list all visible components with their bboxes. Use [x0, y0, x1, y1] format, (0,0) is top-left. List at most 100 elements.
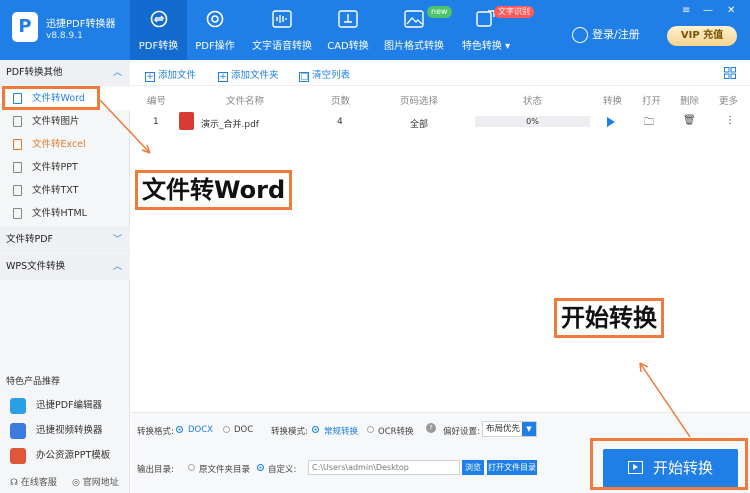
nav-text-speech[interactable]: 文字语音转换 [250, 0, 314, 60]
grid-view-icon[interactable] [724, 67, 736, 79]
radio-ocr-mode[interactable] [367, 426, 374, 433]
file-icon [13, 139, 22, 150]
browse-button[interactable]: 浏览 [462, 460, 484, 475]
login-button[interactable]: 登录/注册 [572, 26, 640, 43]
output-label: 输出目录: [137, 465, 174, 475]
plus-icon: + [218, 72, 228, 82]
sidebar-item-txt[interactable]: 文件转TXT [0, 179, 130, 202]
clear-icon: ▢ [299, 72, 309, 82]
sidebar-item-excel[interactable]: 文件转Excel [0, 133, 130, 156]
col-status: 状态 [523, 96, 543, 107]
more-icon[interactable]: ⋮ [725, 115, 735, 126]
close-button[interactable]: ✕ [727, 5, 735, 16]
recommend-video-converter[interactable]: 迅捷视频转换器 [10, 422, 103, 440]
nav-label: CAD转换 [327, 41, 369, 52]
feature-icon [476, 10, 495, 27]
cad-icon [338, 10, 358, 28]
recommend-label: 迅捷视频转换器 [36, 425, 103, 436]
col-filename: 文件名称 [226, 96, 265, 107]
folder-open-icon[interactable]: 🗀 [644, 115, 654, 132]
app-header: P 迅捷PDF转换器 v8.8.9.1 PDF转换 PDF操作 文字语音转换 C… [0, 0, 750, 60]
row-progress-bar: 0% [475, 116, 590, 127]
sidebar-group-to-pdf[interactable]: 文件转PDF ﹀ [0, 227, 130, 253]
app-version: v8.8.9.1 [46, 31, 83, 41]
image-file-icon [13, 116, 22, 127]
clear-label: 清空列表 [312, 70, 351, 81]
sidebar-item-ppt[interactable]: 文件转PPT [0, 156, 130, 179]
help-icon[interactable]: ? [426, 423, 436, 433]
chevron-down-icon: ▾ [505, 41, 511, 52]
add-file-button[interactable]: + 添加文件 [145, 67, 196, 82]
sidebar-group-pdf-other[interactable]: PDF转换其他 ︿ [0, 60, 130, 86]
pref-label: 偏好设置: [443, 427, 480, 437]
add-folder-button[interactable]: + 添加文件夹 [218, 67, 279, 82]
add-folder-label: 添加文件夹 [231, 70, 279, 81]
pdf-file-icon [179, 112, 194, 130]
col-pages: 页数 [331, 96, 351, 107]
sidebar-item-html[interactable]: 文件转HTML [0, 202, 130, 225]
radio-docx[interactable] [176, 426, 183, 433]
nav-label: 图片格式转换 [384, 41, 444, 52]
nav-pdf-operate[interactable]: PDF操作 [190, 0, 240, 60]
menu-icon[interactable]: ≡ [682, 5, 690, 16]
col-index: 编号 [147, 96, 167, 107]
ppt-template-icon [10, 448, 26, 464]
radio-normal-mode[interactable] [312, 426, 319, 433]
app-name: 迅捷PDF转换器 [46, 19, 116, 30]
group-label: PDF转换其他 [6, 67, 63, 78]
audio-wave-icon [272, 10, 292, 28]
add-file-label: 添加文件 [158, 70, 197, 81]
col-convert: 转换 [603, 96, 623, 107]
convert-icon [150, 10, 167, 28]
website-link[interactable]: ◎ 官网地址 [72, 475, 119, 488]
chevron-down-icon: ﹀ [112, 235, 122, 245]
service-label: 在线客服 [20, 478, 57, 488]
recommend-label: 迅捷PDF编辑器 [36, 400, 103, 411]
recommend-pdf-editor[interactable]: 迅捷PDF编辑器 [10, 397, 102, 415]
mode-ocr-label: OCR转换 [378, 427, 414, 437]
radio-doc[interactable] [223, 426, 230, 433]
ocr-badge: 文字识别 [494, 6, 534, 18]
play-icon[interactable] [607, 117, 615, 127]
col-page-range: 页码选择 [400, 96, 439, 107]
annotation-box-start [590, 438, 748, 490]
file-icon [13, 208, 22, 219]
minimize-button[interactable]: — [703, 5, 713, 16]
preference-select[interactable]: 布局优先 ▼ [482, 421, 537, 437]
open-folder-button[interactable]: 打开文件目录 [487, 460, 537, 475]
website-label: 官网地址 [82, 478, 119, 488]
radio-custom-folder[interactable] [257, 464, 264, 471]
online-service-link[interactable]: ☊ 在线客服 [10, 475, 57, 488]
new-badge: new [427, 6, 452, 18]
row-page-range[interactable]: 全部 [410, 117, 428, 130]
image-icon [404, 10, 424, 28]
format-label: 转换格式: [137, 427, 174, 437]
nav-label: PDF操作 [195, 41, 235, 52]
preference-value: 布局优先 [486, 424, 521, 434]
mode-label: 转换模式: [271, 427, 308, 437]
radio-source-folder[interactable] [188, 464, 195, 471]
annotation-label-word: 文件转Word [135, 170, 293, 210]
sidebar-item-label: 文件转PPT [32, 162, 78, 173]
output-path-input[interactable]: C:\Users\admin\Desktop [308, 460, 460, 475]
annotation-box-word [2, 86, 100, 110]
sidebar-item-image[interactable]: 文件转图片 [0, 110, 130, 133]
sidebar-group-wps[interactable]: WPS文件转换 ︿ [0, 254, 130, 280]
col-delete: 删除 [680, 96, 700, 107]
pdf-editor-icon [10, 398, 26, 414]
recommend-ppt-templates[interactable]: 办公资源PPT模板 [10, 447, 110, 465]
mode-normal-label: 常规转换 [324, 427, 359, 437]
sidebar-item-label: 文件转Excel [32, 139, 86, 150]
trash-icon[interactable]: 🗑 [683, 115, 696, 126]
custom-folder-label: 自定义: [268, 465, 297, 475]
row-pages: 4 [337, 117, 343, 127]
recommend-title: 特色产品推荐 [6, 377, 61, 387]
nav-pdf-convert[interactable]: PDF转换 [130, 0, 187, 60]
row-index: 1 [153, 117, 159, 127]
nav-cad[interactable]: CAD转换 [324, 0, 372, 60]
nav-label: PDF转换 [138, 41, 179, 52]
app-logo: P [12, 12, 38, 42]
clear-list-button[interactable]: ▢ 清空列表 [299, 67, 350, 82]
vip-button[interactable]: VIP 充值 [667, 26, 737, 46]
recommend-label: 办公资源PPT模板 [36, 450, 111, 461]
